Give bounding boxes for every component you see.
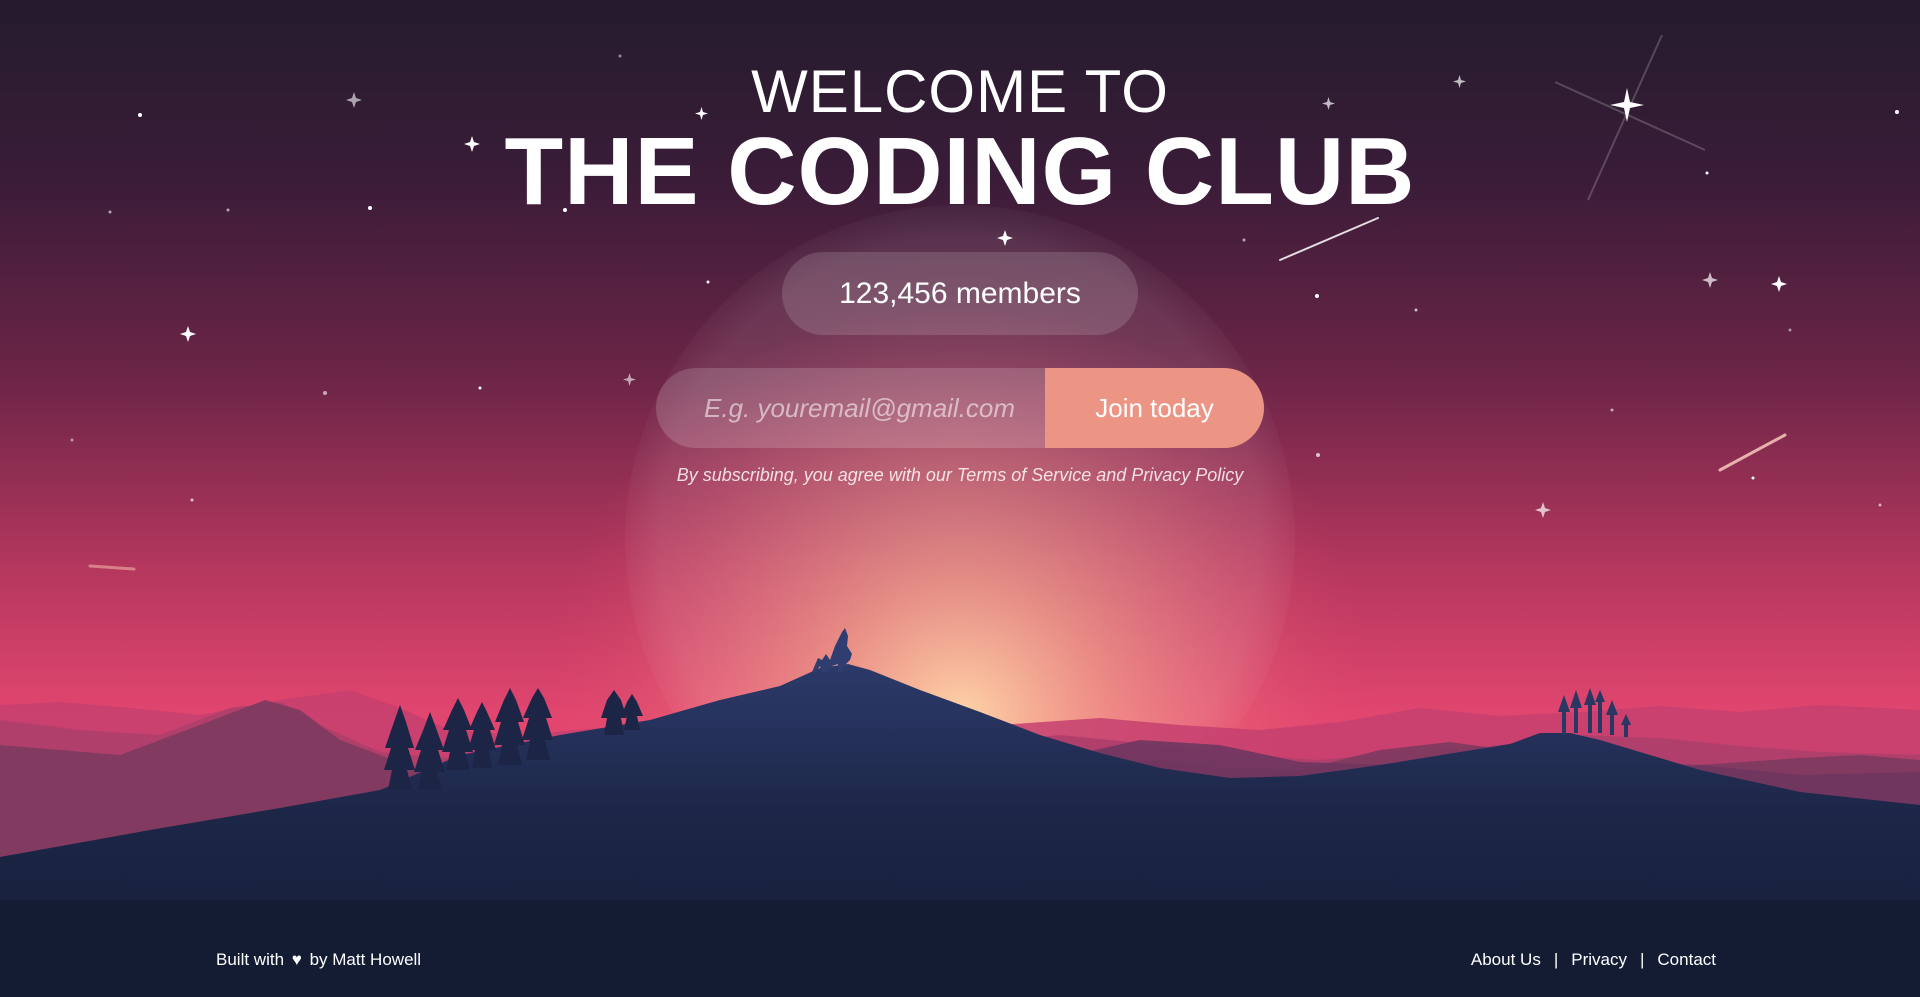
author-credit: by Matt Howell — [309, 950, 422, 969]
email-input[interactable] — [656, 368, 1045, 448]
footer-credit: Built with ♥ by Matt Howell — [216, 950, 421, 970]
member-count-badge: 123,456 members — [782, 252, 1138, 335]
footer-separator: | — [1639, 950, 1645, 969]
footer-separator: | — [1553, 950, 1559, 969]
signup-form: Join today — [656, 368, 1264, 448]
footer-link-contact[interactable]: Contact — [1657, 950, 1716, 970]
welcome-heading: WELCOME TO — [751, 58, 1169, 125]
footer-nav: About Us | Privacy | Contact — [1471, 950, 1716, 970]
join-today-button[interactable]: Join today — [1045, 368, 1264, 448]
built-with-text: Built with — [216, 950, 285, 969]
terms-notice: By subscribing, you agree with our Terms… — [676, 465, 1244, 485]
footer-link-privacy[interactable]: Privacy — [1571, 950, 1627, 970]
heart-icon: ♥ — [291, 950, 302, 969]
landing-page: WELCOME TO THE CODING CLUB 123,456 membe… — [0, 0, 1920, 997]
footer-link-about-us[interactable]: About Us — [1471, 950, 1541, 970]
page-title: THE CODING CLUB — [504, 118, 1416, 225]
